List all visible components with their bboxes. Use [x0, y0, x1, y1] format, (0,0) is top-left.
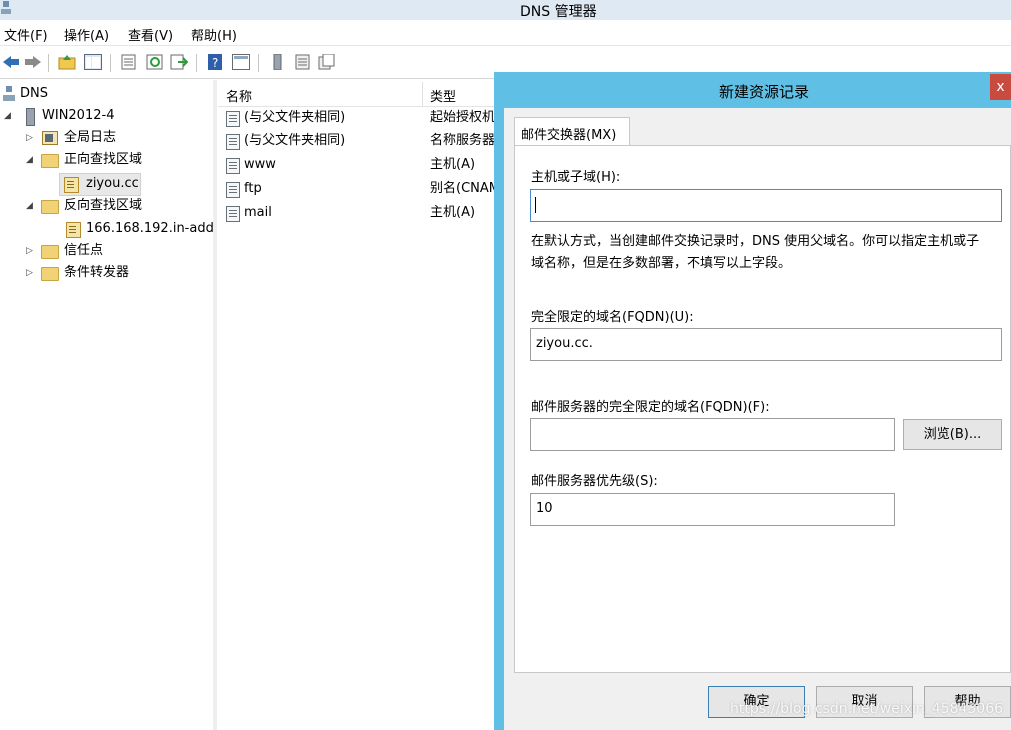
pane-splitter[interactable] [213, 80, 217, 730]
table-row[interactable]: (与父文件夹相同) 起始授权机 [226, 107, 496, 129]
folder-icon [41, 154, 59, 168]
tree-node-conditional-forwarders[interactable]: ▷ 条件转发器 [0, 263, 210, 283]
table-row[interactable]: mail 主机(A) [226, 202, 496, 224]
record-name: (与父文件夹相同) [244, 133, 346, 148]
tree-node-reverse-zone[interactable]: 166.168.192.in-add [0, 219, 213, 239]
host-label: 主机或子域(H): [531, 170, 621, 185]
record-icon [226, 158, 240, 174]
priority-label: 邮件服务器优先级(S): [531, 474, 658, 489]
log-icon [42, 131, 58, 152]
menu-view[interactable]: 查看(V) [128, 25, 173, 44]
list-header: 名称 类型 [218, 82, 498, 107]
expanded-arrow-icon[interactable]: ◢ [26, 196, 36, 216]
host-input[interactable] [530, 189, 1002, 222]
close-button[interactable]: x [990, 74, 1011, 100]
back-arrow-icon[interactable] [2, 54, 20, 70]
record-icon [226, 134, 240, 150]
record-type: 主机(A) [430, 205, 476, 220]
svg-text:?: ? [212, 56, 218, 70]
tree-label-trust-points: 信任点 [64, 243, 104, 258]
record-icon[interactable] [318, 53, 336, 70]
zone-icon [66, 222, 81, 238]
folder-icon [41, 200, 59, 214]
folder-icon [41, 245, 59, 259]
list-icon[interactable] [294, 54, 312, 70]
tree-node-ziyou-cc[interactable]: ziyou.cc [59, 173, 141, 196]
tree-node-trust-points[interactable]: ▷ 信任点 [0, 241, 210, 261]
record-name: (与父文件夹相同) [244, 110, 346, 125]
window-title: DNS 管理器 [520, 4, 597, 20]
menu-file[interactable]: 文件(F) [4, 25, 48, 44]
up-folder-icon[interactable] [58, 54, 76, 70]
fqdn-field: ziyou.cc. [530, 328, 1002, 361]
watermark-text: https://blog.csdn.net/weixin_45843066 [730, 701, 1004, 717]
folder-icon [41, 267, 59, 281]
table-row[interactable]: (与父文件夹相同) 名称服务器 [226, 130, 496, 152]
expanded-arrow-icon[interactable]: ◢ [4, 106, 14, 126]
collapsed-arrow-icon[interactable]: ▷ [26, 263, 36, 283]
record-type: 起始授权机 [430, 110, 496, 125]
tree-label-forward-zones: 正向查找区域 [64, 152, 143, 167]
tab-label: 邮件交换器(MX) [521, 128, 617, 143]
record-icon [226, 111, 240, 127]
tree-label-ziyou-cc: ziyou.cc [86, 176, 139, 191]
export-list-icon[interactable] [170, 54, 189, 70]
record-type: 主机(A) [430, 157, 476, 172]
properties-icon[interactable] [120, 54, 138, 70]
tree-node-server[interactable]: ◢ WIN2012-4 [0, 106, 210, 126]
record-name: ftp [244, 181, 262, 196]
tree-label-dns: DNS [20, 86, 48, 101]
fqdn-label: 完全限定的域名(FQDN)(U): [531, 310, 694, 325]
help-icon[interactable]: ? [206, 54, 224, 70]
server-icon [26, 108, 35, 126]
mailserver-input[interactable] [530, 418, 895, 451]
tree-label-server: WIN2012-4 [42, 108, 115, 123]
tree-label-reverse-zones: 反向查找区域 [64, 198, 143, 213]
tree-label-global-logs: 全局日志 [64, 130, 117, 145]
tree-node-global-logs[interactable]: ▷ 全局日志 [0, 128, 210, 148]
show-hide-tree-icon[interactable] [84, 54, 102, 70]
browse-button[interactable]: 浏览(B)... [903, 419, 1002, 450]
refresh-icon[interactable] [146, 54, 164, 70]
console-tree: DNS ◢ WIN2012-4 ▷ 全局日志 ◢ 正向查找区域 ziyou.cc… [0, 80, 214, 730]
expanded-arrow-icon[interactable]: ◢ [26, 150, 36, 170]
tree-label-conditional-forwarders: 条件转发器 [64, 265, 130, 280]
priority-input[interactable]: 10 [530, 493, 895, 526]
forward-arrow-icon[interactable] [24, 54, 42, 70]
zone-icon [64, 177, 79, 193]
dialog-title: 新建资源记录 [718, 83, 809, 101]
dialog-titlebar[interactable]: 新建资源记录 [494, 72, 1011, 108]
tab-mail-exchanger[interactable]: 邮件交换器(MX) [514, 117, 630, 146]
column-header-type[interactable]: 类型 [430, 86, 456, 105]
console-view-icon[interactable] [232, 54, 250, 70]
column-header-name[interactable]: 名称 [226, 86, 252, 105]
table-row[interactable]: ftp 别名(CNAM [226, 178, 500, 200]
tree-node-reverse-zones[interactable]: ◢ 反向查找区域 [0, 196, 210, 216]
record-name: www [244, 157, 276, 172]
mailserver-label: 邮件服务器的完全限定的域名(FQDN)(F): [531, 400, 770, 415]
tree-node-forward-zones[interactable]: ◢ 正向查找区域 [0, 150, 210, 170]
record-name: mail [244, 205, 272, 220]
record-icon [226, 206, 240, 222]
menu-action[interactable]: 操作(A) [64, 25, 109, 44]
menu-help[interactable]: 帮助(H) [191, 25, 237, 44]
server-icon[interactable] [268, 53, 286, 71]
table-row[interactable]: www 主机(A) [226, 154, 496, 176]
window-titlebar: DNS 管理器 [0, 0, 1011, 20]
text-caret [535, 197, 536, 213]
collapsed-arrow-icon[interactable]: ▷ [26, 241, 36, 261]
record-type: 别名(CNAM [430, 181, 500, 196]
host-description: 在默认方式，当创建邮件交换记录时，DNS 使用父域名。你可以指定主机或子 域名称… [531, 234, 980, 271]
record-type: 名称服务器 [430, 133, 496, 148]
record-icon [226, 182, 240, 198]
menu-bar: 文件(F) 操作(A) 查看(V) 帮助(H) [0, 20, 1011, 46]
collapsed-arrow-icon[interactable]: ▷ [26, 128, 36, 148]
tree-label-reverse-zone: 166.168.192.in-add [86, 221, 213, 236]
